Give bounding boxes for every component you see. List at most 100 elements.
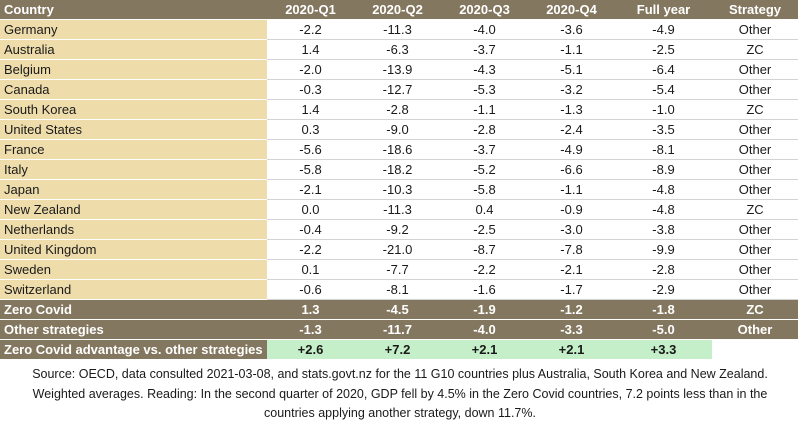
- value-cell: -13.9: [354, 59, 441, 80]
- table-row: France -5.6 -18.6 -3.7 -4.9 -8.1 Other: [0, 139, 798, 160]
- value-cell: 0.0: [267, 199, 354, 220]
- column-header: Full year: [615, 0, 712, 20]
- value-cell: 1.4: [267, 39, 354, 60]
- strategy-cell: Other: [712, 239, 798, 260]
- row-label: New Zealand: [0, 199, 267, 220]
- value-cell: -0.4: [267, 219, 354, 240]
- value-cell: -2.8: [354, 99, 441, 120]
- table-row: Netherlands -0.4 -9.2 -2.5 -3.0 -3.8 Other: [0, 219, 798, 240]
- value-cell: -8.9: [615, 159, 712, 180]
- table-row: South Korea 1.4 -2.8 -1.1 -1.3 -1.0 ZC: [0, 99, 798, 120]
- value-cell: -7.7: [354, 259, 441, 280]
- value-cell: +3.3: [615, 339, 712, 360]
- value-cell: -5.3: [441, 79, 528, 100]
- row-label: Canada: [0, 79, 267, 100]
- row-label: Other strategies: [0, 319, 267, 340]
- value-cell: -2.1: [267, 179, 354, 200]
- value-cell: -3.0: [528, 219, 615, 240]
- row-label: Zero Covid: [0, 299, 267, 320]
- row-label: Germany: [0, 19, 267, 40]
- value-cell: -5.4: [615, 79, 712, 100]
- table-row: United States 0.3 -9.0 -2.8 -2.4 -3.5 Other: [0, 119, 798, 140]
- strategy-cell: Other: [712, 59, 798, 80]
- value-cell: 0.1: [267, 259, 354, 280]
- value-cell: -0.6: [267, 279, 354, 300]
- value-cell: -5.8: [441, 179, 528, 200]
- value-cell: -2.8: [615, 259, 712, 280]
- row-label: Belgium: [0, 59, 267, 80]
- value-cell: -9.9: [615, 239, 712, 260]
- value-cell: -2.2: [267, 239, 354, 260]
- value-cell: -21.0: [354, 239, 441, 260]
- row-label: Switzerland: [0, 279, 267, 300]
- value-cell: -10.3: [354, 179, 441, 200]
- table-row: Canada -0.3 -12.7 -5.3 -3.2 -5.4 Other: [0, 79, 798, 100]
- value-cell: -1.6: [441, 279, 528, 300]
- row-label: United Kingdom: [0, 239, 267, 260]
- column-header: Country: [0, 0, 267, 20]
- advantage-row: Zero Covid advantage vs. other strategie…: [0, 339, 798, 360]
- value-cell: -4.3: [441, 59, 528, 80]
- value-cell: -1.3: [528, 99, 615, 120]
- value-cell: -3.5: [615, 119, 712, 140]
- table-row: Italy -5.8 -18.2 -5.2 -6.6 -8.9 Other: [0, 159, 798, 180]
- strategy-cell: Other: [712, 179, 798, 200]
- value-cell: 1.4: [267, 99, 354, 120]
- strategy-cell: Other: [712, 19, 798, 40]
- value-cell: -4.8: [615, 199, 712, 220]
- strategy-cell: Other: [712, 159, 798, 180]
- value-cell: +2.6: [267, 339, 354, 360]
- strategy-cell: ZC: [712, 299, 798, 320]
- value-cell: -5.6: [267, 139, 354, 160]
- value-cell: -18.2: [354, 159, 441, 180]
- value-cell: -4.9: [528, 139, 615, 160]
- row-label: Australia: [0, 39, 267, 60]
- strategy-cell: ZC: [712, 99, 798, 120]
- summary-row: Zero Covid 1.3 -4.5 -1.9 -1.2 -1.8 ZC: [0, 299, 798, 320]
- value-cell: -6.3: [354, 39, 441, 60]
- strategy-cell: Other: [712, 139, 798, 160]
- value-cell: -9.0: [354, 119, 441, 140]
- value-cell: -2.1: [528, 259, 615, 280]
- value-cell: -1.8: [615, 299, 712, 320]
- value-cell: -4.8: [615, 179, 712, 200]
- table-body: Germany -2.2 -11.3 -4.0 -3.6 -4.9 Other Austral…: [0, 19, 798, 360]
- value-cell: -6.6: [528, 159, 615, 180]
- value-cell: +2.1: [441, 339, 528, 360]
- table-row: New Zealand 0.0 -11.3 0.4 -0.9 -4.8 ZC: [0, 199, 798, 220]
- row-label: Sweden: [0, 259, 267, 280]
- value-cell: 1.3: [267, 299, 354, 320]
- figure: Country 2020-Q1 2020-Q2 2020-Q3 2020-Q4 Full …: [0, 0, 800, 425]
- table-row: Japan -2.1 -10.3 -5.8 -1.1 -4.8 Other: [0, 179, 798, 200]
- table-row: Australia 1.4 -6.3 -3.7 -1.1 -2.5 ZC: [0, 39, 798, 60]
- row-label: United States: [0, 119, 267, 140]
- value-cell: 0.4: [441, 199, 528, 220]
- value-cell: -1.1: [528, 179, 615, 200]
- value-cell: -6.4: [615, 59, 712, 80]
- table-row: Switzerland -0.6 -8.1 -1.6 -1.7 -2.9 Other: [0, 279, 798, 300]
- summary-row: Other strategies -1.3 -11.7 -4.0 -3.3 -5.0 Oth…: [0, 319, 798, 340]
- value-cell: -1.2: [528, 299, 615, 320]
- value-cell: -3.2: [528, 79, 615, 100]
- table-row: United Kingdom -2.2 -21.0 -8.7 -7.8 -9.9 Other: [0, 239, 798, 260]
- value-cell: -7.8: [528, 239, 615, 260]
- value-cell: -18.6: [354, 139, 441, 160]
- value-cell: -3.6: [528, 19, 615, 40]
- value-cell: -11.3: [354, 19, 441, 40]
- value-cell: -9.2: [354, 219, 441, 240]
- value-cell: -1.9: [441, 299, 528, 320]
- value-cell: -3.7: [441, 139, 528, 160]
- value-cell: -1.7: [528, 279, 615, 300]
- header-row: Country 2020-Q1 2020-Q2 2020-Q3 2020-Q4 Full …: [0, 0, 798, 20]
- row-label: Japan: [0, 179, 267, 200]
- value-cell: -1.3: [267, 319, 354, 340]
- row-label: France: [0, 139, 267, 160]
- value-cell: -1.1: [441, 99, 528, 120]
- strategy-cell: Other: [712, 279, 798, 300]
- strategy-cell: Other: [712, 119, 798, 140]
- value-cell: -2.2: [441, 259, 528, 280]
- value-cell: -2.2: [267, 19, 354, 40]
- value-cell: -11.7: [354, 319, 441, 340]
- value-cell: -4.0: [441, 319, 528, 340]
- value-cell: -5.1: [528, 59, 615, 80]
